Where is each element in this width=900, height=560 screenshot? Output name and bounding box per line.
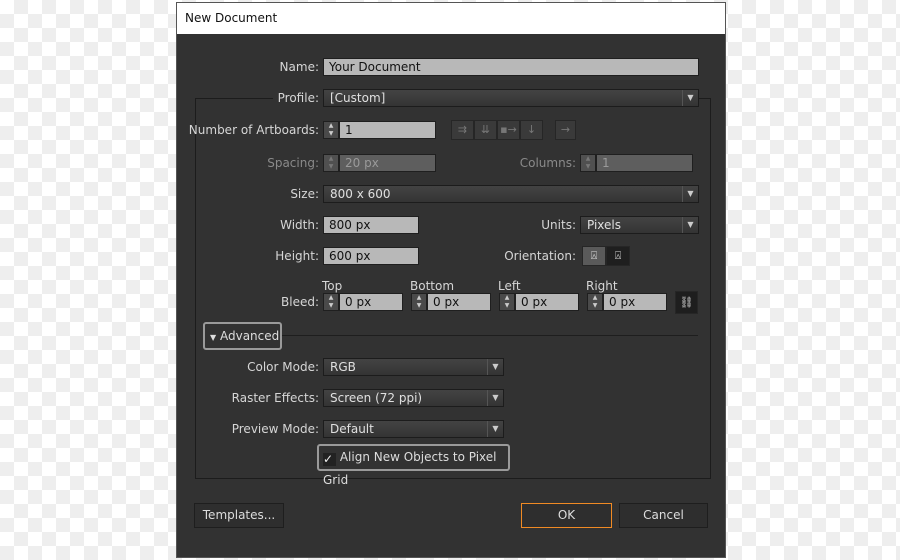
- portrait-icon[interactable]: ⍓: [582, 246, 606, 266]
- spacing-stepper[interactable]: ▲ ▼: [323, 154, 339, 172]
- preview-mode-value: Default: [330, 422, 374, 436]
- spacing-input[interactable]: 20 px: [339, 154, 436, 172]
- advanced-label: Advanced: [219, 329, 280, 343]
- raster-effects-value: Screen (72 ppi): [330, 391, 423, 405]
- columns-input[interactable]: 1: [596, 154, 693, 172]
- bleed-left-input[interactable]: 0 px: [515, 293, 579, 311]
- right-to-left-icon[interactable]: →: [555, 120, 576, 140]
- spacing-label: Spacing:: [267, 156, 319, 170]
- landscape-icon[interactable]: ⍓: [606, 246, 630, 266]
- bleed-right-stepper[interactable]: ▲ ▼: [587, 293, 603, 311]
- checkmark-icon: ✓: [323, 453, 336, 466]
- chevron-down-icon: ▼: [487, 421, 503, 437]
- templates-button[interactable]: Templates...: [194, 503, 284, 528]
- dialog-title: New Document: [177, 3, 725, 34]
- units-label: Units:: [541, 218, 576, 232]
- orientation-label: Orientation:: [504, 249, 576, 263]
- chevron-down-icon: ▼: [682, 186, 698, 202]
- height-label: Height:: [275, 249, 319, 263]
- ok-button[interactable]: OK: [521, 503, 612, 528]
- link-icon[interactable]: ⛓: [675, 291, 698, 314]
- size-select[interactable]: 800 x 600 ▼: [323, 185, 699, 203]
- bleed-label: Bleed:: [281, 295, 319, 309]
- bleed-top-input[interactable]: 0 px: [339, 293, 403, 311]
- raster-effects-select[interactable]: Screen (72 ppi) ▼: [323, 389, 504, 407]
- height-input[interactable]: 600 px: [323, 247, 419, 265]
- artboards-input[interactable]: 1: [339, 121, 436, 139]
- grid-by-column-icon[interactable]: ⇊: [474, 120, 497, 140]
- name-label: Name:: [279, 60, 319, 74]
- bleed-right-input[interactable]: 0 px: [603, 293, 667, 311]
- chevron-down-icon: ▼: [487, 359, 503, 375]
- preview-mode-label: Preview Mode:: [231, 422, 319, 436]
- size-value: 800 x 600: [330, 187, 391, 201]
- units-value: Pixels: [587, 218, 622, 232]
- bleed-bottom-stepper[interactable]: ▲ ▼: [411, 293, 427, 311]
- advanced-divider: [282, 335, 698, 336]
- preview-mode-select[interactable]: Default ▼: [323, 420, 504, 438]
- profile-value: [Custom]: [330, 91, 386, 105]
- color-mode-value: RGB: [330, 360, 356, 374]
- arrange-by-column-icon[interactable]: ↓: [520, 120, 543, 140]
- cancel-button[interactable]: Cancel: [619, 503, 708, 528]
- profile-select[interactable]: [Custom] ▼: [323, 89, 699, 107]
- profile-label: Profile:: [273, 89, 323, 107]
- triangle-down-icon: ▼: [210, 333, 217, 342]
- name-input[interactable]: Your Document: [323, 58, 699, 76]
- grid-by-row-icon[interactable]: ⇉: [451, 120, 474, 140]
- color-mode-label: Color Mode:: [247, 360, 319, 374]
- columns-label: Columns:: [519, 156, 576, 170]
- chevron-down-icon: ▼: [682, 217, 698, 233]
- chevron-down-icon: ▼: [487, 390, 503, 406]
- color-mode-select[interactable]: RGB ▼: [323, 358, 504, 376]
- artboards-stepper[interactable]: ▲ ▼: [323, 121, 339, 139]
- columns-stepper[interactable]: ▲ ▼: [580, 154, 596, 172]
- raster-effects-label: Raster Effects:: [231, 391, 319, 405]
- chevron-down-icon: ▼: [682, 90, 698, 106]
- units-select[interactable]: Pixels ▼: [580, 216, 699, 234]
- bleed-bottom-input[interactable]: 0 px: [427, 293, 491, 311]
- bleed-top-stepper[interactable]: ▲ ▼: [323, 293, 339, 311]
- artboards-label: Number of Artboards:: [188, 123, 319, 137]
- align-pixel-grid-label: Align New Objects to Pixel Grid: [323, 450, 497, 487]
- size-label: Size:: [290, 187, 319, 201]
- arrange-by-row-icon[interactable]: ▪→: [497, 120, 520, 140]
- advanced-toggle[interactable]: ▼ Advanced: [203, 322, 282, 350]
- new-document-dialog: New Document Name: Your Document Profile…: [176, 2, 726, 558]
- width-label: Width:: [280, 218, 319, 232]
- bleed-left-stepper[interactable]: ▲ ▼: [499, 293, 515, 311]
- align-pixel-grid-checkbox[interactable]: ✓ Align New Objects to Pixel Grid: [317, 444, 510, 487]
- width-input[interactable]: 800 px: [323, 216, 419, 234]
